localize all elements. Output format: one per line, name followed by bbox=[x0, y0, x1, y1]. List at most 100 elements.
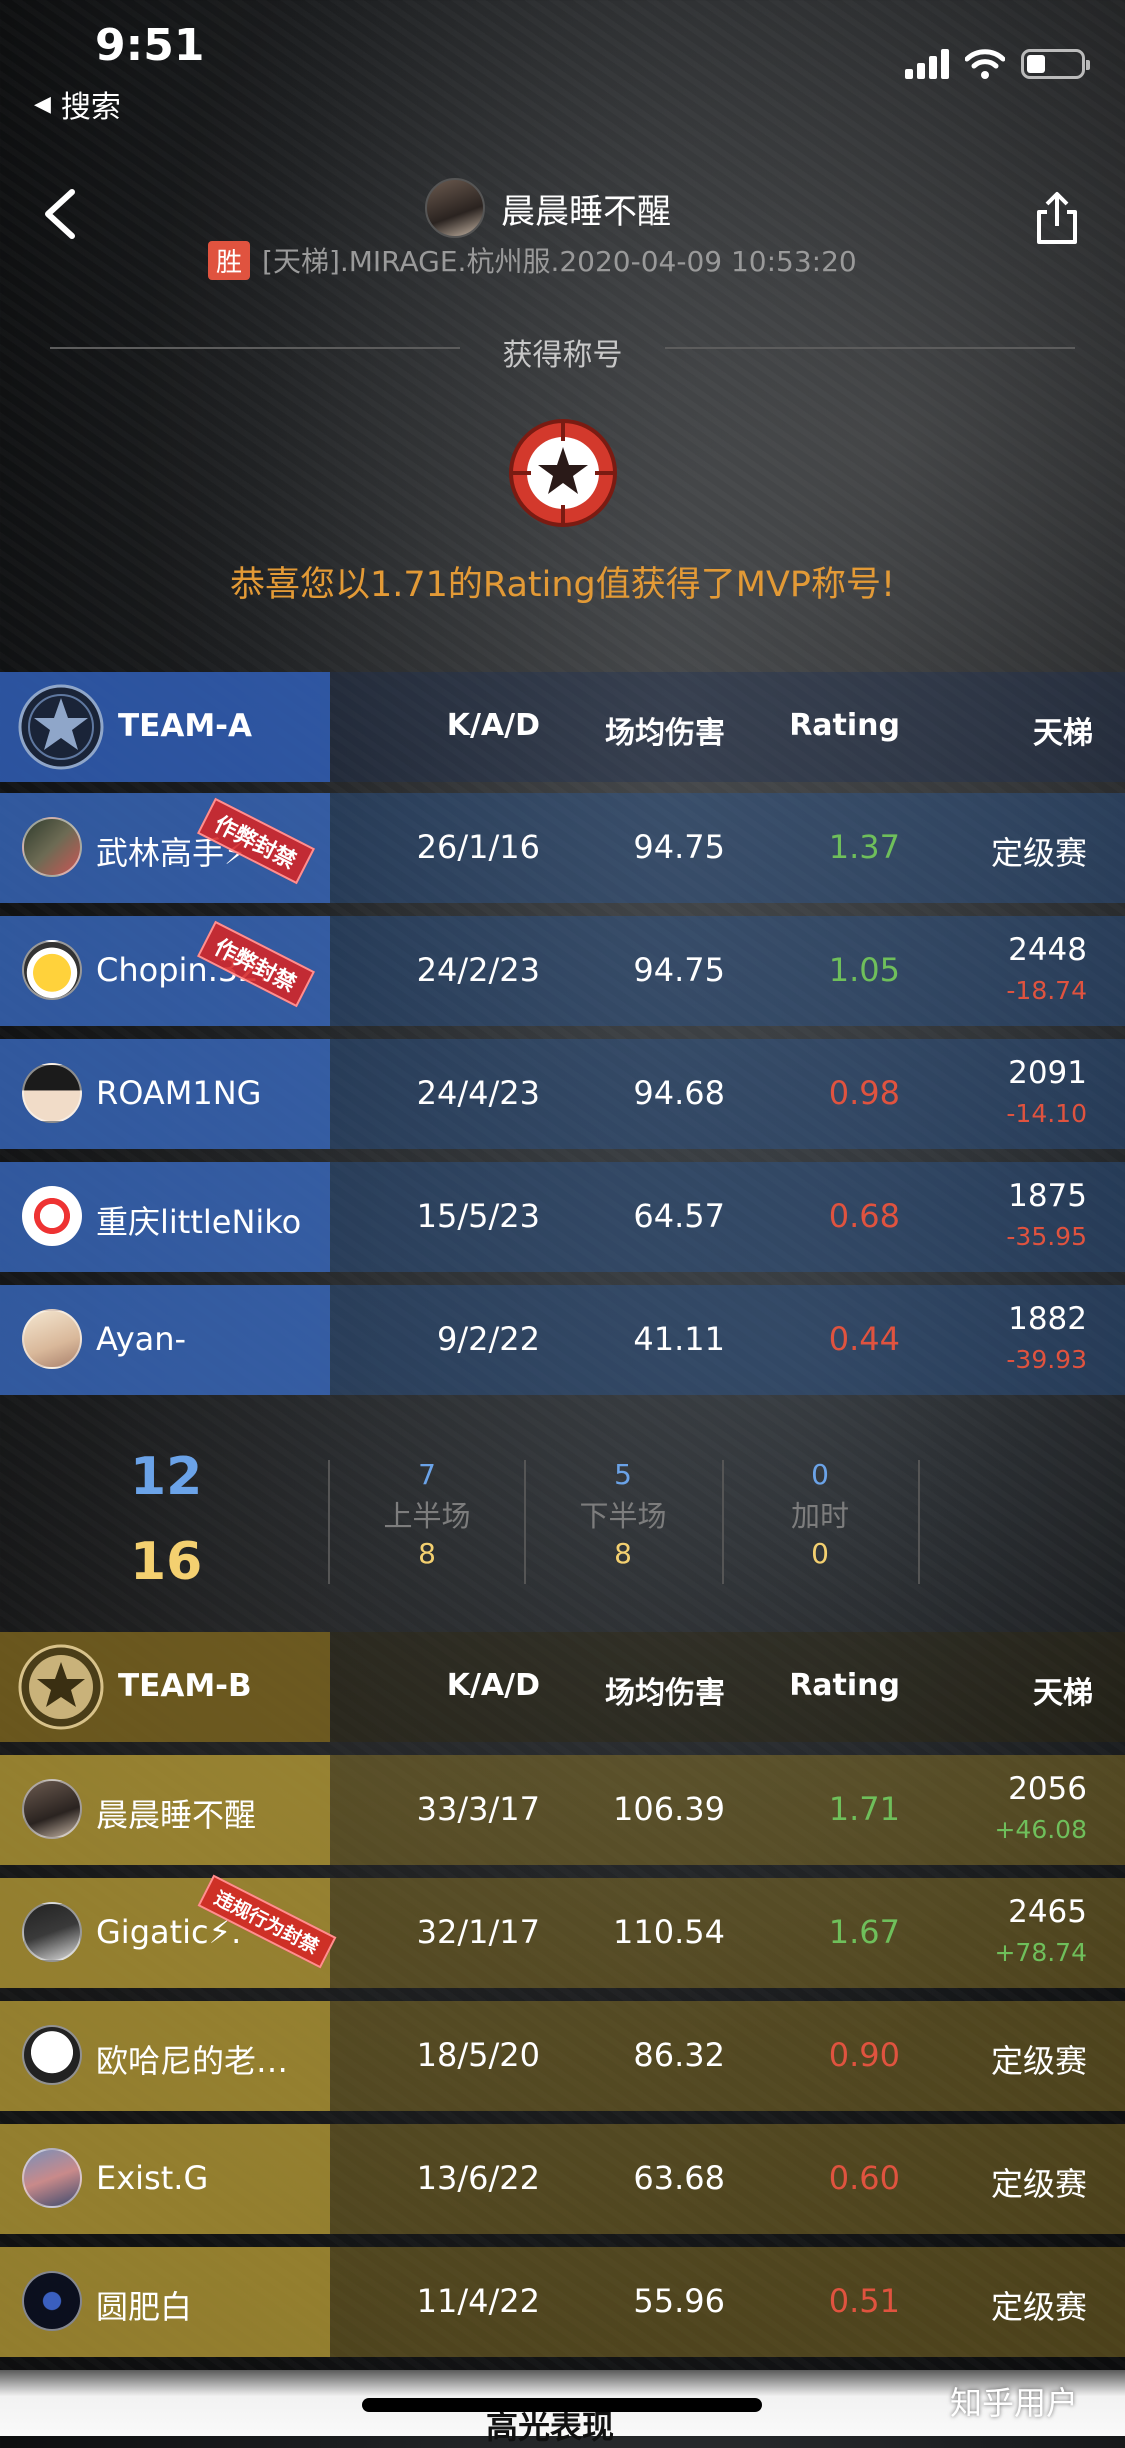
win-badge: 胜 bbox=[208, 240, 251, 280]
player-damage: 86.32 bbox=[633, 2036, 725, 2074]
score-divider bbox=[328, 1460, 330, 1584]
team-b-score: 16 bbox=[130, 1532, 203, 1592]
header-damage: 场均伤害 bbox=[605, 1676, 725, 1711]
header-user-name: 晨晨睡不醒 bbox=[501, 191, 671, 232]
half-label: 加时 bbox=[790, 1499, 849, 1533]
player-row[interactable]: Chopin.32. 作弊封禁 24/2/23 94.75 1.05 2448 … bbox=[0, 916, 1125, 1026]
player-avatar bbox=[22, 2148, 82, 2208]
player-rating: 1.37 bbox=[828, 828, 900, 866]
wifi-icon bbox=[965, 49, 1005, 79]
player-ladder: 定级赛 bbox=[990, 2165, 1087, 2203]
player-name: 重庆littleNiko bbox=[96, 1203, 302, 1241]
half-score-second: 5 下半场 8 bbox=[558, 1458, 688, 1570]
half-score-first: 7 上半场 8 bbox=[362, 1458, 492, 1570]
player-row[interactable]: 欧哈尼的老… 18/5/20 86.32 0.90 定级赛 bbox=[0, 2001, 1125, 2111]
player-damage: 110.54 bbox=[613, 1913, 725, 1951]
player-rating: 0.51 bbox=[828, 2282, 900, 2320]
status-icons bbox=[905, 48, 1090, 80]
half-a-score: 5 bbox=[614, 1458, 632, 1491]
ct-team-logo-icon bbox=[18, 684, 104, 770]
player-avatar bbox=[22, 1309, 82, 1369]
player-rating: 0.90 bbox=[828, 2036, 900, 2074]
half-label: 下半场 bbox=[579, 1499, 667, 1533]
player-row[interactable]: Ayan- 9/2/22 41.11 0.44 1882 -39.93 bbox=[0, 1285, 1125, 1395]
player-row[interactable]: Exist.G 13/6/22 63.68 0.60 定级赛 bbox=[0, 2124, 1125, 2234]
player-ladder: 1882 bbox=[1008, 1301, 1087, 1337]
player-row[interactable]: 圆肥白 11/4/22 55.96 0.51 定级赛 bbox=[0, 2247, 1125, 2357]
half-b-score: 8 bbox=[418, 1537, 436, 1570]
signal-icon bbox=[905, 49, 949, 79]
player-avatar bbox=[22, 1063, 82, 1123]
player-rating: 0.44 bbox=[828, 1320, 900, 1358]
status-time: 9:51 bbox=[95, 20, 205, 71]
player-ladder: 2091 bbox=[1008, 1055, 1087, 1091]
player-kad: 26/1/16 bbox=[416, 828, 540, 866]
header-rating: Rating bbox=[789, 1668, 900, 1703]
player-kad: 32/1/17 bbox=[416, 1913, 540, 1951]
player-kad: 18/5/20 bbox=[416, 2036, 540, 2074]
player-ladder-delta: -14.10 bbox=[1006, 1099, 1087, 1128]
half-b-score: 8 bbox=[614, 1537, 632, 1570]
player-row[interactable]: ROAM1NG 24/4/23 94.68 0.98 2091 -14.10 bbox=[0, 1039, 1125, 1149]
player-name: 圆肥白 bbox=[96, 2288, 193, 2326]
player-name: ROAM1NG bbox=[96, 1074, 262, 1112]
header-avatar[interactable] bbox=[425, 178, 485, 238]
header-rating: Rating bbox=[789, 708, 900, 743]
player-kad: 33/3/17 bbox=[416, 1790, 540, 1828]
t-team-logo-icon bbox=[18, 1644, 104, 1730]
back-triangle-icon: ◀ bbox=[34, 91, 51, 117]
team-b-header: TEAM-B K/A/D 场均伤害 Rating 天梯 bbox=[0, 1632, 1125, 1742]
player-damage: 94.75 bbox=[633, 828, 725, 866]
player-ladder-delta: +46.08 bbox=[994, 1815, 1087, 1844]
player-damage: 94.75 bbox=[633, 951, 725, 989]
player-avatar bbox=[22, 1902, 82, 1962]
player-kad: 15/5/23 bbox=[416, 1197, 540, 1235]
half-a-score: 7 bbox=[418, 1458, 436, 1491]
header-ladder: 天梯 bbox=[1033, 1676, 1093, 1711]
player-name: Ayan- bbox=[96, 1320, 187, 1358]
score-divider bbox=[918, 1460, 920, 1584]
watermark: 知乎用户 bbox=[950, 2384, 1079, 2422]
player-damage: 63.68 bbox=[633, 2159, 725, 2197]
player-ladder: 2465 bbox=[1008, 1894, 1087, 1930]
player-damage: 41.11 bbox=[633, 1320, 725, 1358]
player-ladder: 2448 bbox=[1008, 932, 1087, 968]
player-damage: 64.57 bbox=[633, 1197, 725, 1235]
player-rating: 1.67 bbox=[828, 1913, 900, 1951]
player-ladder-delta: -18.74 bbox=[1006, 976, 1087, 1005]
player-damage: 94.68 bbox=[633, 1074, 725, 1112]
header-kad: K/A/D bbox=[446, 708, 540, 743]
player-damage: 106.39 bbox=[613, 1790, 725, 1828]
player-ladder: 定级赛 bbox=[990, 834, 1087, 872]
team-a-header: TEAM-A K/A/D 场均伤害 Rating 天梯 bbox=[0, 672, 1125, 782]
player-kad: 24/2/23 bbox=[416, 951, 540, 989]
half-a-score: 0 bbox=[811, 1458, 829, 1491]
team-b-name: TEAM-B bbox=[118, 1668, 252, 1704]
player-name: 晨晨睡不醒 bbox=[96, 1796, 257, 1834]
status-back-link[interactable]: ◀ 搜索 bbox=[34, 82, 121, 126]
team-a-score: 12 bbox=[130, 1447, 203, 1507]
match-meta: 胜 [天梯].MIRAGE.杭州服.2020-04-09 10:53:20 bbox=[208, 240, 857, 280]
player-rating: 1.05 bbox=[828, 951, 900, 989]
player-kad: 9/2/22 bbox=[437, 1320, 540, 1358]
status-back-label: 搜索 bbox=[60, 90, 121, 125]
player-avatar bbox=[22, 1779, 82, 1839]
player-row[interactable]: 重庆littleNiko 15/5/23 64.57 0.68 1875 -35… bbox=[0, 1162, 1125, 1272]
match-info: [天梯].MIRAGE.杭州服.2020-04-09 10:53:20 bbox=[262, 245, 857, 278]
score-divider bbox=[524, 1460, 526, 1584]
player-row[interactable]: Gigatic⚡. 违规行为封禁 32/1/17 110.54 1.67 246… bbox=[0, 1874, 1125, 1988]
player-name: 欧哈尼的老… bbox=[96, 2042, 289, 2080]
share-icon[interactable] bbox=[1029, 190, 1085, 246]
player-avatar bbox=[22, 2271, 82, 2331]
player-kad: 11/4/22 bbox=[416, 2282, 540, 2320]
player-ladder-delta: +78.74 bbox=[994, 1938, 1087, 1967]
back-chevron-icon[interactable] bbox=[40, 188, 80, 240]
player-row[interactable]: 武林高手⚡ 作弊封禁 26/1/16 94.75 1.37 定级赛 bbox=[0, 793, 1125, 903]
header-user: 晨晨睡不醒 bbox=[425, 178, 671, 238]
player-rating: 0.98 bbox=[828, 1074, 900, 1112]
half-score-overtime: 0 加时 0 bbox=[755, 1458, 885, 1570]
home-indicator[interactable] bbox=[362, 2398, 762, 2412]
player-row[interactable]: 晨晨睡不醒 33/3/17 106.39 1.71 2056 +46.08 bbox=[0, 1755, 1125, 1865]
half-b-score: 0 bbox=[811, 1537, 829, 1570]
player-rating: 1.71 bbox=[828, 1790, 900, 1828]
